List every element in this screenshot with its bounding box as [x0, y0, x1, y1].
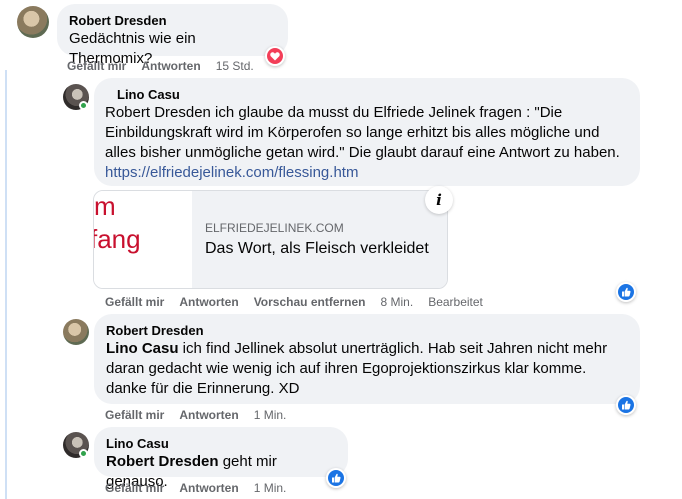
- like-reaction-icon: [328, 470, 344, 486]
- reaction-badge[interactable]: [265, 46, 285, 66]
- avatar[interactable]: [63, 319, 89, 345]
- link-preview-title: Das Wort, als Fleisch verkleidet: [205, 240, 429, 257]
- comment-text: ich find Jellinek absolut unerträglich. …: [178, 340, 608, 357]
- comment-text-line: Robert Dresden ich glaube da musst du El…: [105, 104, 563, 121]
- comment-author[interactable]: Lino Casu: [117, 86, 628, 103]
- comment-author[interactable]: Robert Dresden: [106, 322, 628, 339]
- comment-author[interactable]: Robert Dresden: [69, 12, 276, 29]
- love-reaction-icon: [267, 48, 283, 64]
- like-button[interactable]: Gefällt mir: [105, 481, 164, 495]
- like-button[interactable]: Gefällt mir: [67, 59, 126, 73]
- reply-button[interactable]: Antworten: [179, 408, 238, 422]
- thumbnail-text: fang: [94, 224, 141, 254]
- link-preview-thumbnail[interactable]: m fang: [94, 191, 192, 288]
- comment-actions: Gefällt mir Antworten 1 Min.: [105, 408, 286, 422]
- reaction-badge[interactable]: [326, 468, 346, 488]
- link-preview-info[interactable]: ELFRIEDEJELINEK.COM Das Wort, als Fleisc…: [192, 191, 447, 288]
- comment-actions: Gefällt mir Antworten 15 Std.: [67, 59, 254, 73]
- comment-actions: Gefällt mir Antworten Vorschau entfernen…: [105, 295, 483, 309]
- reaction-badge[interactable]: [616, 395, 636, 415]
- link-preview-domain: ELFRIEDEJELINEK.COM: [205, 221, 344, 235]
- comment-author[interactable]: Lino Casu: [106, 435, 336, 452]
- comment-text-line: alles bisher unmögliche getan wird." Die…: [105, 144, 620, 161]
- comment-actions: Gefällt mir Antworten 1 Min.: [105, 481, 286, 495]
- info-icon[interactable]: i: [425, 186, 453, 214]
- comment-text-line: Einbildungskraft wird im Körperofen so l…: [105, 124, 600, 141]
- comment-text-line: daran gedacht wie wenig ich auf ihren Eg…: [106, 360, 587, 377]
- remove-preview-button[interactable]: Vorschau entfernen: [254, 295, 366, 309]
- like-button[interactable]: Gefällt mir: [105, 295, 164, 309]
- reply-button[interactable]: Antworten: [179, 295, 238, 309]
- comment-timestamp[interactable]: 8 Min.: [381, 295, 414, 309]
- like-reaction-icon: [618, 397, 634, 413]
- reply-thread-line: [5, 70, 7, 499]
- comment-bubble: Robert Dresden Gedächtnis wie ein Thermo…: [57, 4, 288, 67]
- edited-label: Bearbeitet: [428, 295, 483, 309]
- reply-button[interactable]: Antworten: [141, 59, 200, 73]
- like-button[interactable]: Gefällt mir: [105, 408, 164, 422]
- comment-timestamp[interactable]: 1 Min.: [254, 481, 287, 495]
- comment-bubble: Robert Dresden Lino Casu ich find Jellin…: [94, 314, 640, 404]
- mention-link[interactable]: Robert Dresden: [106, 453, 219, 470]
- online-status-indicator: [79, 101, 88, 110]
- comment-link[interactable]: https://elfriedejelinek.com/flessing.htm: [105, 163, 628, 183]
- comment-text-line: danke für die Erinnerung. XD: [106, 380, 300, 397]
- mention-link[interactable]: Lino Casu: [106, 340, 179, 357]
- thumbnail-text: m: [94, 191, 116, 221]
- online-status-indicator: [79, 449, 88, 458]
- comment-bubble: Lino Casu Robert Dresden ich glaube da m…: [94, 78, 640, 186]
- link-preview-card[interactable]: m fang ELFRIEDEJELINEK.COM Das Wort, als…: [93, 190, 448, 289]
- like-reaction-icon: [618, 284, 634, 300]
- reaction-badge[interactable]: [616, 282, 636, 302]
- comment-timestamp[interactable]: 15 Std.: [216, 59, 254, 73]
- comment-timestamp[interactable]: 1 Min.: [254, 408, 287, 422]
- comment-text-line: Lino Casu ich find Jellinek absolut uner…: [106, 339, 628, 359]
- reply-button[interactable]: Antworten: [179, 481, 238, 495]
- comment-bubble: Lino Casu Robert Dresden geht mir genaus…: [94, 427, 348, 490]
- avatar[interactable]: [17, 6, 49, 38]
